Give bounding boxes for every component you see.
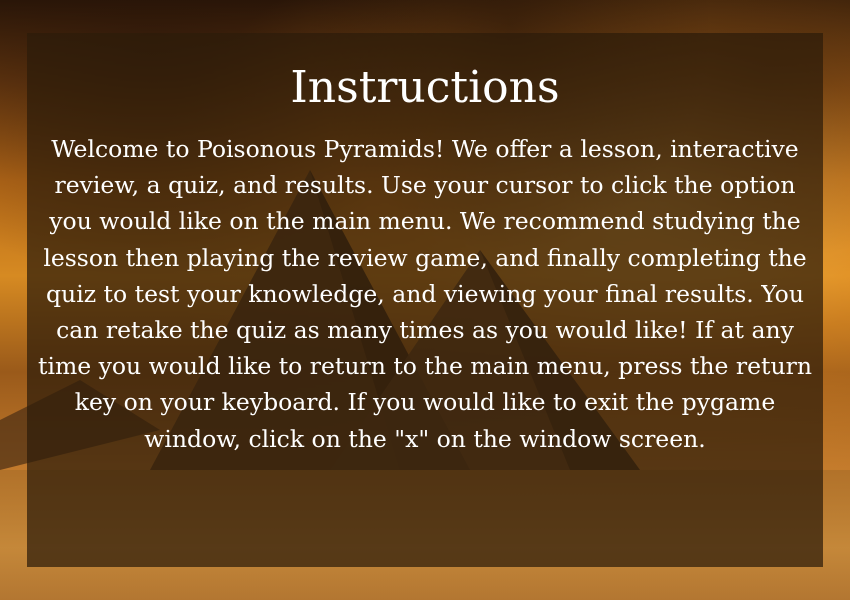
instructions-text: Welcome to Poisonous Pyramids! We offer … (38, 135, 812, 453)
game-screen: Instructions Welcome to Poisonous Pyrami… (0, 0, 850, 600)
page-title: Instructions (290, 62, 560, 113)
